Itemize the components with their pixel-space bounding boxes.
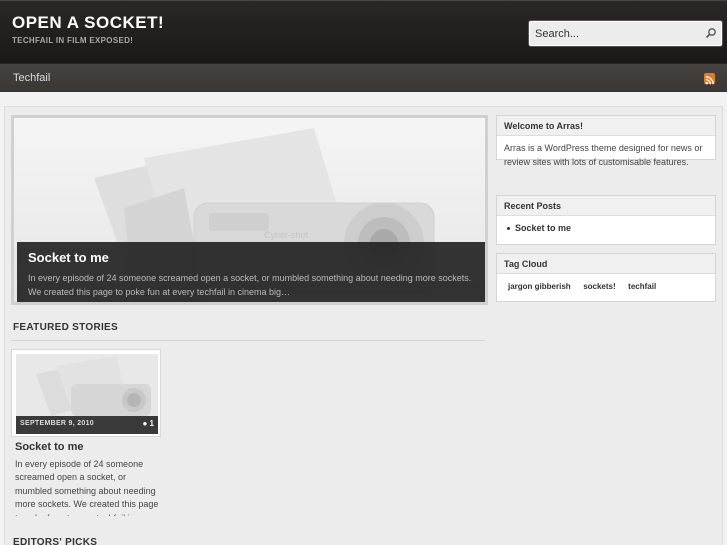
main-nav: Techfail [0,63,727,92]
card-comment-count[interactable]: ● 1 [142,419,154,428]
svg-text:Cyber-shot: Cyber-shot [264,230,309,240]
comment-count: 1 [149,419,154,428]
featured-card[interactable]: SEPTEMBER 9, 2010 ● 1 [11,349,161,437]
rss-icon[interactable] [704,73,715,85]
welcome-widget: Welcome to Arras! Arras is a WordPress t… [496,115,716,167]
section-divider [11,340,485,341]
card-title[interactable]: Socket to me [15,441,83,453]
site-title[interactable]: OPEN A SOCKET! [12,13,164,33]
card-thumbnail[interactable]: SEPTEMBER 9, 2010 ● 1 [16,354,158,434]
featured-slideshow[interactable]: Cyber-shot Socket to me In every episode… [11,115,488,305]
tag-cloud-widget: Tag Cloud jargon gibberish sockets! tech… [496,253,716,302]
widget-title: Tag Cloud [497,254,715,274]
tag-link[interactable]: sockets! [583,280,615,294]
card-meta-bar: SEPTEMBER 9, 2010 ● 1 [16,416,158,434]
site-header: OPEN A SOCKET! TECHFAIL IN FILM EXPOSED! [0,0,727,63]
welcome-text: Arras is a WordPress theme designed for … [504,143,703,167]
widget-title: Welcome to Arras! [497,116,715,136]
comment-icon: ● [142,419,148,428]
card-excerpt: In every episode of 24 someone screamed … [15,459,159,516]
recent-posts-widget: Recent Posts Socket to me [496,195,716,245]
tag-link[interactable]: jargon gibberish [508,280,571,294]
nav-item-techfail[interactable]: Techfail [13,72,50,84]
slide-caption: Socket to me In every episode of 24 some… [17,242,485,302]
search-icon[interactable] [705,27,717,39]
tag-link[interactable]: techfail [628,280,656,294]
featured-stories-heading: FEATURED STORIES [13,322,118,333]
editors-picks-heading: EDITORS' PICKS [13,537,98,545]
widget-title: Recent Posts [497,196,715,216]
slide-excerpt: In every episode of 24 someone screamed … [28,273,472,297]
card-date: SEPTEMBER 9, 2010 [20,420,94,427]
recent-posts-list: Socket to me [497,216,715,242]
search-input[interactable] [530,22,695,45]
tag-cloud: jargon gibberish sockets! techfail [497,274,715,300]
site-tagline: TECHFAIL IN FILM EXPOSED! [12,36,134,45]
slide-title[interactable]: Socket to me [28,250,109,265]
search-box [529,21,722,46]
list-item[interactable]: Socket to me [504,222,708,236]
